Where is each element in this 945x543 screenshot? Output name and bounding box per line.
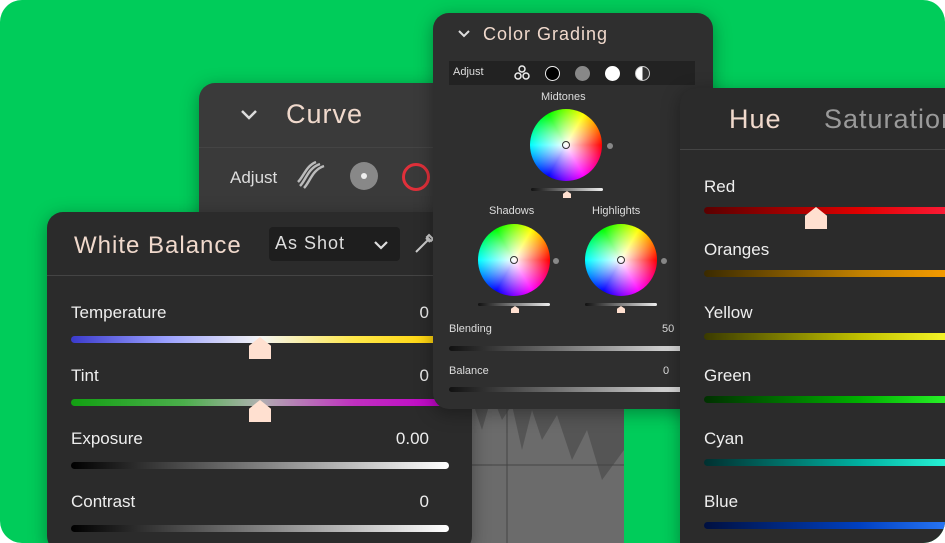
global-mode-icon[interactable]: [635, 66, 650, 81]
tint-value: 0: [419, 366, 429, 385]
curve-title: Curve: [286, 99, 364, 129]
exposure-value: 0.00: [395, 429, 429, 448]
contrast-value: 0: [419, 492, 429, 511]
oranges-track[interactable]: [704, 270, 945, 277]
white-balance-panel: White Balance As Shot Temperature 0 Tint…: [47, 212, 472, 543]
red-label: Red: [704, 177, 736, 196]
exposure-track[interactable]: [71, 462, 449, 469]
chevron-down-icon[interactable]: [457, 27, 471, 41]
curve-red-channel-icon[interactable]: [402, 163, 430, 191]
contrast-track[interactable]: [71, 525, 449, 532]
yellow-label: Yellow: [704, 303, 753, 322]
green-track[interactable]: [704, 396, 945, 403]
midtones-label: Midtones: [541, 91, 586, 103]
adjust-label: Adjust: [230, 168, 278, 187]
contrast-label: Contrast: [71, 492, 136, 511]
midtones-luminance-track[interactable]: [531, 188, 603, 191]
three-way-icon[interactable]: [514, 65, 530, 81]
shadows-luminance-thumb[interactable]: [511, 306, 519, 313]
tab-saturation[interactable]: Saturation: [824, 104, 945, 135]
shadows-label: Shadows: [489, 205, 535, 217]
adjust-label: Adjust: [453, 66, 484, 78]
cyan-label: Cyan: [704, 429, 744, 448]
color-grading-title: Color Grading: [483, 24, 609, 44]
exposure-label: Exposure: [71, 429, 143, 448]
shadows-mode-icon[interactable]: [545, 66, 560, 81]
blue-label: Blue: [704, 492, 739, 511]
temperature-value: 0: [419, 303, 429, 322]
curve-luminance-icon[interactable]: [350, 162, 378, 190]
shadows-luminance-knob[interactable]: [553, 258, 559, 264]
curve-all-channels-icon[interactable]: [296, 160, 328, 192]
histogram-background: [462, 390, 624, 543]
balance-value: 0: [663, 365, 670, 377]
highlights-color-wheel[interactable]: [585, 224, 657, 296]
highlights-luminance-knob[interactable]: [661, 258, 667, 264]
green-label: Green: [704, 366, 752, 385]
divider: [680, 149, 945, 150]
oranges-label: Oranges: [704, 240, 770, 259]
blue-track[interactable]: [704, 522, 945, 529]
tint-label: Tint: [71, 366, 99, 385]
app-stage: Curve Adjust White Balance As Shot Tempe…: [0, 0, 945, 543]
yellow-track[interactable]: [704, 333, 945, 340]
preset-value: As Shot: [275, 233, 346, 253]
midtones-color-wheel[interactable]: [530, 109, 602, 181]
temperature-label: Temperature: [71, 303, 167, 322]
divider: [199, 147, 464, 148]
hue-saturation-panel: Hue Saturation Red Oranges Yellow Green …: [680, 88, 945, 543]
highlights-label: Highlights: [592, 205, 641, 217]
tab-hue[interactable]: Hue: [729, 104, 782, 135]
chevron-down-icon[interactable]: [239, 105, 259, 125]
blending-value: 50: [662, 323, 675, 335]
midtones-luminance-thumb[interactable]: [563, 191, 571, 198]
white-balance-title: White Balance: [74, 232, 242, 259]
cyan-track[interactable]: [704, 459, 945, 466]
highlights-luminance-thumb[interactable]: [617, 306, 625, 313]
curve-header[interactable]: Curve: [199, 83, 464, 147]
shadows-luminance-track[interactable]: [478, 303, 550, 306]
blending-track[interactable]: [449, 346, 699, 351]
white-balance-preset-select[interactable]: As Shot: [269, 227, 400, 261]
balance-label: Balance: [449, 365, 489, 377]
midtones-mode-icon[interactable]: [575, 66, 590, 81]
divider: [47, 275, 472, 276]
chevron-down-icon: [374, 241, 388, 250]
red-track[interactable]: [704, 207, 945, 214]
histogram-chart: [462, 390, 624, 543]
midtones-luminance-knob[interactable]: [607, 143, 613, 149]
blending-label: Blending: [449, 323, 492, 335]
balance-track[interactable]: [449, 387, 699, 392]
color-grading-panel: Color Grading Adjust Midtones Shadows Hi…: [433, 13, 713, 409]
shadows-color-wheel[interactable]: [478, 224, 550, 296]
color-grading-adjust-bar: Adjust: [449, 61, 695, 85]
highlights-luminance-track[interactable]: [585, 303, 657, 306]
highlights-mode-icon[interactable]: [605, 66, 620, 81]
